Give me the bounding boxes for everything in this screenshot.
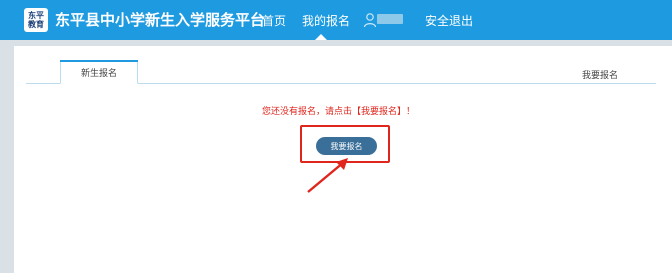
top-header-bar: 东平 教育 东平县中小学新生入学服务平台 首页 我的报名 安全退出 <box>0 0 672 40</box>
site-title: 东平县中小学新生入学服务平台 <box>55 11 266 29</box>
site-logo: 东平 教育 <box>24 8 48 32</box>
nav-my-registration[interactable]: 我的报名 <box>302 12 350 29</box>
username-redacted <box>377 14 403 24</box>
active-nav-indicator <box>315 34 327 40</box>
main-content-panel: 新生报名 我要报名 您还没有报名，请点击【我要报名】！ 我要报名 <box>14 46 672 273</box>
annotation-arrow-icon <box>307 158 348 193</box>
nav-home[interactable]: 首页 <box>262 12 286 29</box>
logo-text-line2: 教育 <box>28 19 44 29</box>
tab-new-student-registration[interactable]: 新生报名 <box>60 60 138 84</box>
no-registration-notice: 您还没有报名，请点击【我要报名】！ <box>262 107 416 117</box>
nav-logout[interactable]: 安全退出 <box>425 12 473 29</box>
signup-button[interactable]: 我要报名 <box>316 137 377 155</box>
register-link[interactable]: 我要报名 <box>582 68 618 81</box>
user-icon <box>363 12 377 28</box>
